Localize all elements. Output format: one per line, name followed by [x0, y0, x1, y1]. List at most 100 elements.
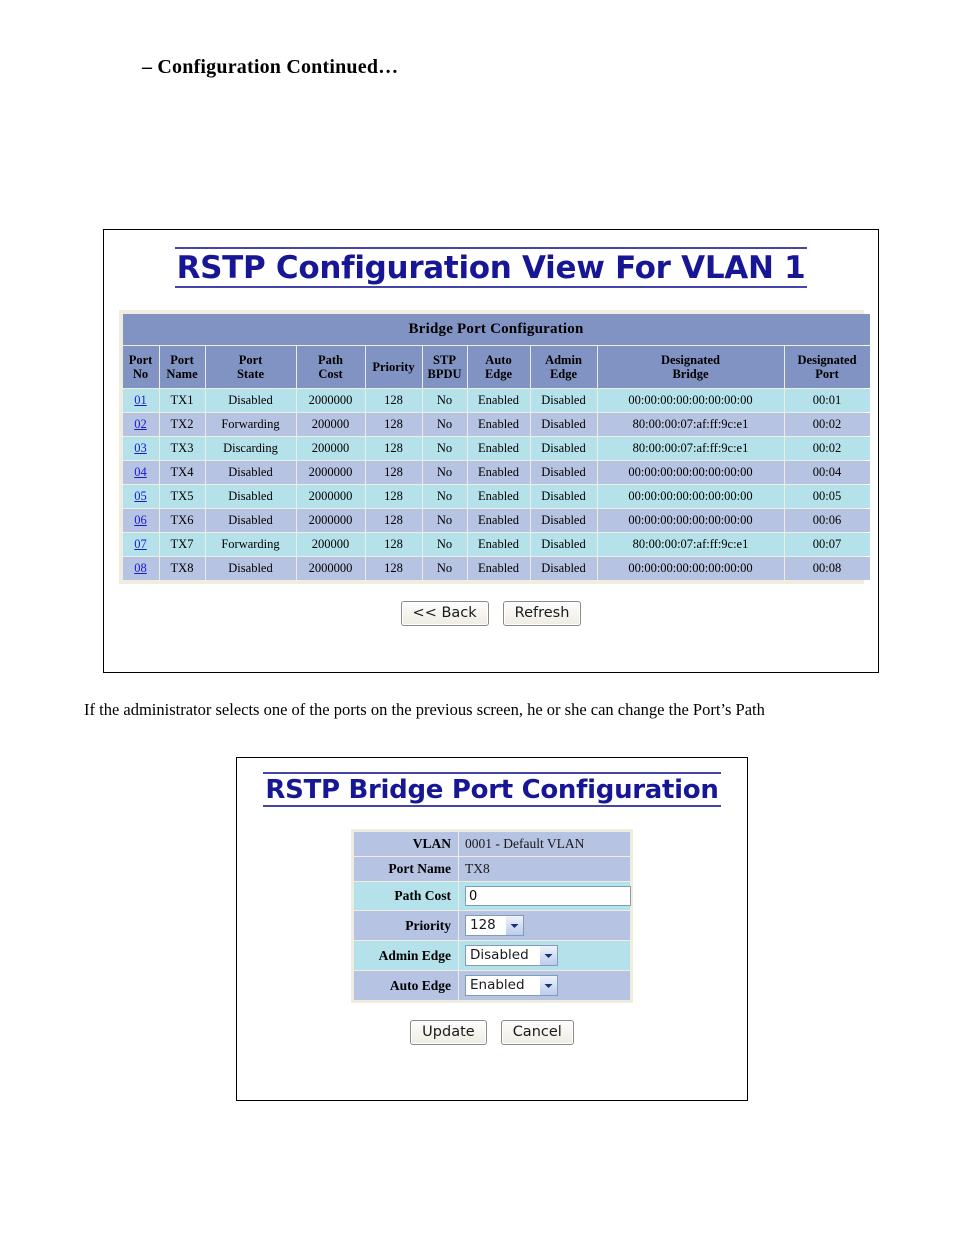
cell-port-no: 06 [122, 509, 159, 532]
cell-path-cost: 2000000 [296, 389, 365, 412]
column-header-stp-bpdu: STP BPDU [422, 346, 467, 388]
cell-port-state: Discarding [205, 437, 296, 460]
bridge-port-form-frame: VLAN 0001 - Default VLAN Port Name TX8 P… [351, 829, 633, 1003]
cell-port-no: 01 [122, 389, 159, 412]
header-line-1: Designated [797, 353, 857, 367]
update-button[interactable]: Update [410, 1020, 487, 1045]
cell-port-state: Forwarding [205, 533, 296, 556]
cell-port-name: TX7 [159, 533, 205, 556]
chevron-down-icon [539, 946, 557, 965]
form-row-path-cost: Path Cost 0 [354, 882, 631, 910]
column-header-path-cost: Path Cost [296, 346, 365, 388]
priority-label: Priority [354, 911, 458, 940]
bridge-port-configuration-table: Bridge Port Configuration Port No Port N… [122, 313, 871, 581]
cell-admin-edge: Disabled [530, 485, 597, 508]
cell-designated-bridge: 00:00:00:00:00:00:00:00 [597, 389, 784, 412]
port-link[interactable]: 02 [134, 417, 147, 431]
header-line-1: Priority [372, 360, 415, 374]
admin-edge-selected-value: Disabled [470, 947, 529, 963]
cell-admin-edge: Disabled [530, 509, 597, 532]
cell-port-state: Forwarding [205, 413, 296, 436]
cell-port-no: 08 [122, 557, 159, 580]
header-line-1: Designated [660, 353, 721, 367]
admin-edge-value-cell: Disabled [459, 941, 630, 970]
cell-auto-edge: Enabled [467, 485, 530, 508]
cell-designated-bridge: 80:00:00:07:af:ff:9c:e1 [597, 437, 784, 460]
cell-port-name: TX4 [159, 461, 205, 484]
cell-port-no: 05 [122, 485, 159, 508]
cell-port-name: TX5 [159, 485, 205, 508]
port-name-value-cell: TX8 [459, 857, 630, 881]
cancel-button[interactable]: Cancel [500, 1020, 574, 1045]
chevron-down-icon [539, 976, 557, 995]
cell-port-state: Disabled [205, 389, 296, 412]
column-header-designated-bridge: Designated Bridge [597, 346, 784, 388]
auto-edge-select[interactable]: Enabled [465, 975, 558, 996]
port-link[interactable]: 01 [134, 393, 147, 407]
cell-stp-bpdu: No [422, 461, 467, 484]
form-row-priority: Priority 128 [354, 911, 630, 940]
cell-port-name: TX1 [159, 389, 205, 412]
cell-auto-edge: Enabled [467, 413, 530, 436]
cell-path-cost: 200000 [296, 437, 365, 460]
header-line-2: State [236, 367, 265, 381]
cell-designated-port: 00:08 [784, 557, 870, 580]
cell-designated-bridge: 00:00:00:00:00:00:00:00 [597, 485, 784, 508]
form-row-vlan: VLAN 0001 - Default VLAN [354, 832, 630, 856]
cell-designated-bridge: 00:00:00:00:00:00:00:00 [597, 509, 784, 532]
chevron-down-icon [505, 916, 523, 935]
cell-priority: 128 [365, 485, 422, 508]
admin-edge-select[interactable]: Disabled [465, 945, 558, 966]
port-link[interactable]: 03 [134, 441, 147, 455]
vlan-value-cell: 0001 - Default VLAN [459, 832, 630, 856]
cell-path-cost: 2000000 [296, 557, 365, 580]
bridge-port-title-text: RSTP Bridge Port Configuration [263, 772, 721, 807]
cell-designated-port: 00:02 [784, 413, 870, 436]
cell-stp-bpdu: No [422, 509, 467, 532]
port-link[interactable]: 06 [134, 513, 147, 527]
cell-stp-bpdu: No [422, 485, 467, 508]
header-line-1: STP [433, 353, 456, 367]
header-line-2: Port [815, 367, 839, 381]
cell-admin-edge: Disabled [530, 437, 597, 460]
cell-stp-bpdu: No [422, 557, 467, 580]
table-row: 06 TX6 Disabled 2000000 128 No Enabled D… [122, 509, 870, 532]
vlan-label: VLAN [354, 832, 458, 856]
port-link[interactable]: 05 [134, 489, 147, 503]
cell-designated-bridge: 00:00:00:00:00:00:00:00 [597, 461, 784, 484]
table-row: 01 TX1 Disabled 2000000 128 No Enabled D… [122, 389, 870, 412]
priority-select[interactable]: 128 [465, 915, 524, 936]
bridge-port-title: RSTP Bridge Port Configuration [237, 772, 747, 807]
refresh-button[interactable]: Refresh [502, 601, 582, 626]
table-row: 08 TX8 Disabled 2000000 128 No Enabled D… [122, 557, 870, 580]
header-line-1: Port [128, 353, 153, 367]
form-row-auto-edge: Auto Edge Enabled [354, 971, 630, 1000]
header-line-2: BPDU [427, 367, 462, 381]
cell-port-name: TX2 [159, 413, 205, 436]
priority-selected-value: 128 [470, 917, 496, 933]
cell-port-no: 03 [122, 437, 159, 460]
cell-designated-port: 00:06 [784, 509, 870, 532]
cell-admin-edge: Disabled [530, 533, 597, 556]
cell-priority: 128 [365, 413, 422, 436]
port-link[interactable]: 08 [134, 561, 147, 575]
form-row-admin-edge: Admin Edge Disabled [354, 941, 630, 970]
cell-priority: 128 [365, 437, 422, 460]
cell-port-name: TX8 [159, 557, 205, 580]
vlan-value: 0001 - Default VLAN [465, 836, 585, 851]
path-cost-input[interactable]: 0 [465, 886, 631, 906]
cell-auto-edge: Enabled [467, 461, 530, 484]
port-link[interactable]: 04 [134, 465, 147, 479]
column-header-port-name: Port Name [159, 346, 205, 388]
cell-port-name: TX3 [159, 437, 205, 460]
cell-port-state: Disabled [205, 509, 296, 532]
cell-port-name: TX6 [159, 509, 205, 532]
rstp-view-title-text: RSTP Configuration View For VLAN 1 [174, 247, 808, 288]
back-button[interactable]: << Back [400, 601, 489, 626]
header-line-1: Auto [485, 353, 512, 367]
admin-edge-label: Admin Edge [354, 941, 458, 970]
cell-auto-edge: Enabled [467, 437, 530, 460]
cell-priority: 128 [365, 557, 422, 580]
header-line-2: Edge [549, 367, 578, 381]
port-link[interactable]: 07 [134, 537, 147, 551]
